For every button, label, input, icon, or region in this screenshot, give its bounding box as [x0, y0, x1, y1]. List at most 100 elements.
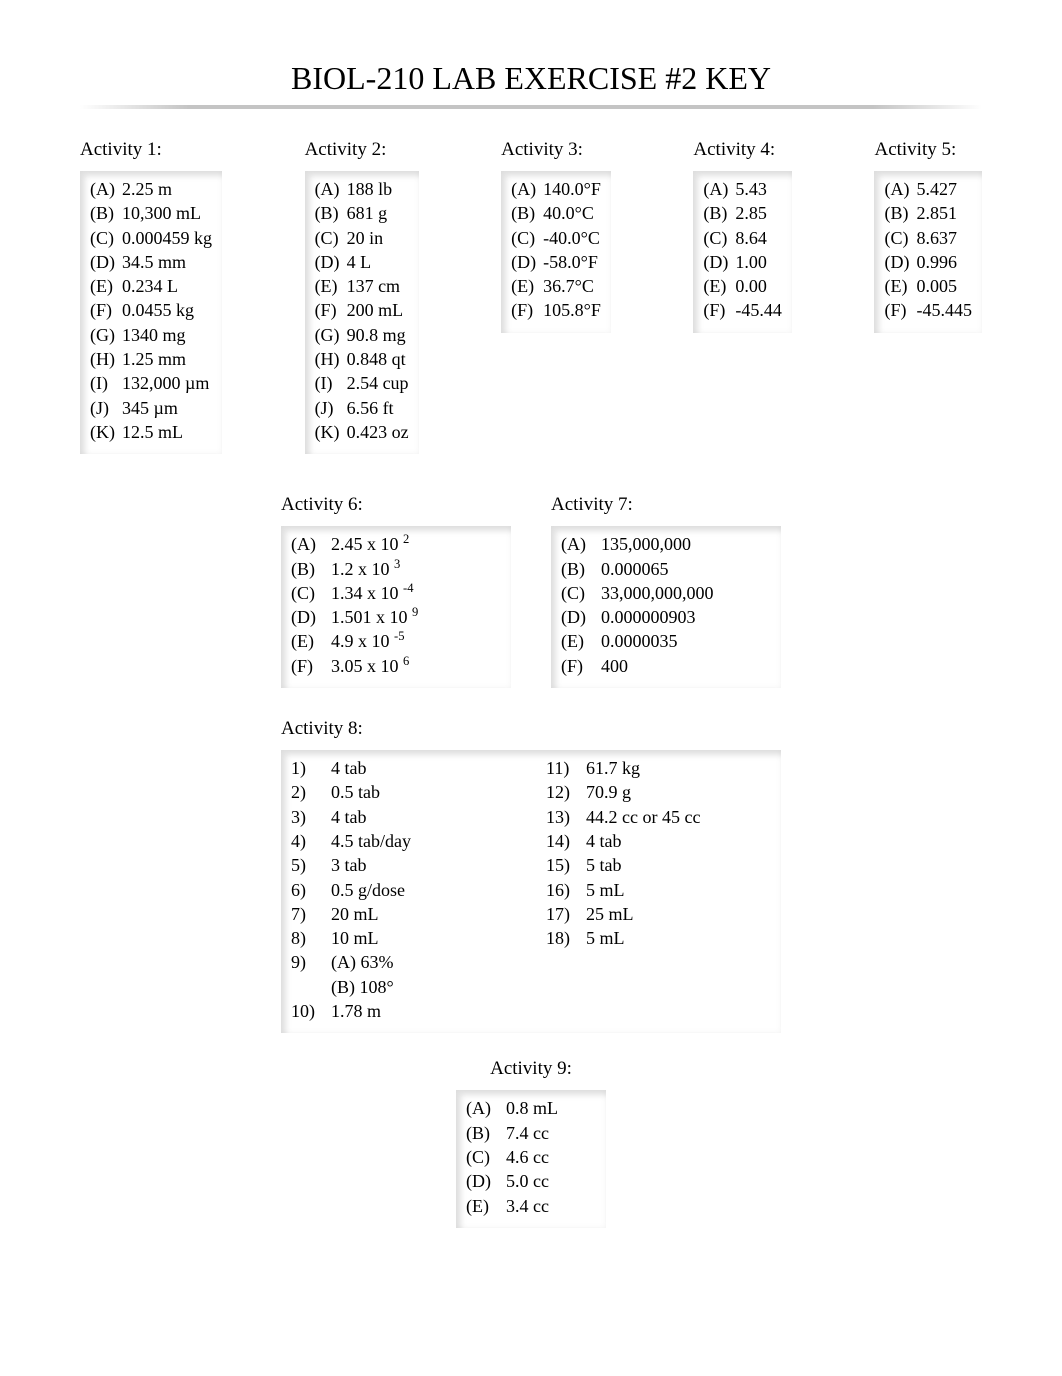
item-value: 0.005: [916, 274, 957, 298]
item-marker: 6): [291, 878, 331, 902]
item-marker: 5): [291, 853, 331, 877]
item-marker: (C): [884, 226, 916, 250]
item-marker: 4): [291, 829, 331, 853]
activity-9-box: (A) 0.8 mL(B) 7.4 cc(C) 4.6 cc(D) 5.0 cc…: [456, 1090, 606, 1227]
item-marker: 9): [291, 950, 331, 974]
item-value: -45.445: [916, 298, 972, 322]
mid-section: Activity 6: (A) 2.45 x 10 2(B) 1.2 x 10 …: [80, 494, 982, 1228]
item-marker: (A): [511, 177, 543, 201]
item-marker: (E): [291, 629, 331, 653]
item-marker: (D): [315, 250, 347, 274]
activity-6-box: (A) 2.45 x 10 2(B) 1.2 x 10 3(C) 1.34 x …: [281, 526, 511, 688]
item-marker: (A): [291, 532, 331, 556]
list-item: (E) 4.9 x 10 -5: [291, 629, 501, 653]
item-marker: (A): [90, 177, 122, 201]
item-marker: (C): [561, 581, 601, 605]
list-item: 3) 4 tab: [291, 805, 516, 829]
list-item: (C)8.637: [884, 226, 972, 250]
list-item: (D)-58.0°F: [511, 250, 601, 274]
list-item: 4) 4.5 tab/day: [291, 829, 516, 853]
item-value: 3.4 cc: [506, 1194, 549, 1218]
list-item: (A)5.427: [884, 177, 972, 201]
row-activities-1-5: Activity 1:(A)2.25 m(B)10,300 mL(C)0.000…: [80, 139, 982, 454]
list-item: (A) 2.45 x 10 2: [291, 532, 501, 556]
item-value: 0.5 tab: [331, 780, 380, 804]
activity-2: Activity 2:(A)188 lb(B)681 g(C)20 in(D)4…: [305, 139, 419, 454]
list-item: (G)90.8 mg: [315, 323, 409, 347]
title-divider: [80, 105, 982, 109]
item-marker: (I): [90, 371, 122, 395]
list-item: (B)2.851: [884, 201, 972, 225]
item-marker: [291, 975, 331, 999]
item-value: 2.45 x 10 2: [331, 532, 409, 556]
item-marker: 8): [291, 926, 331, 950]
item-marker: (H): [315, 347, 347, 371]
item-marker: 1): [291, 756, 331, 780]
list-item: (E)36.7°C: [511, 274, 601, 298]
activity-8: Activity 8: 1) 4 tab2) 0.5 tab3) 4 tab4)…: [281, 718, 781, 1033]
activity-4: Activity 4:(A)5.43(B)2.85(C)8.64(D)1.00(…: [693, 139, 792, 454]
item-marker: (K): [90, 420, 122, 444]
item-marker: (F): [884, 298, 916, 322]
item-value: 0.234 L: [122, 274, 178, 298]
list-item: (E) 3.4 cc: [466, 1194, 596, 1218]
item-marker: (F): [90, 298, 122, 322]
list-item: (E)0.00: [703, 274, 782, 298]
activity-5-label: Activity 5:: [874, 139, 982, 161]
list-item: (B)2.85: [703, 201, 782, 225]
activity-2-label: Activity 2:: [305, 139, 419, 161]
item-value: 2.54 cup: [347, 371, 409, 395]
list-item: (E)0.234 L: [90, 274, 212, 298]
activity-7-box: (A) 135,000,000(B) 0.000065(C) 33,000,00…: [551, 526, 781, 688]
item-marker: (D): [511, 250, 543, 274]
list-item: (I)132,000 µm: [90, 371, 212, 395]
list-item: 16) 5 mL: [546, 878, 771, 902]
item-value: 7.4 cc: [506, 1121, 549, 1145]
list-item: (K)12.5 mL: [90, 420, 212, 444]
activity-3-box: (A)140.0°F(B)40.0°C(C)-40.0°C(D)-58.0°F(…: [501, 171, 611, 333]
item-value: -45.44: [735, 298, 782, 322]
list-item: 13) 44.2 cc or 45 cc: [546, 805, 771, 829]
list-item: 8) 10 mL: [291, 926, 516, 950]
item-value: 1.25 mm: [122, 347, 186, 371]
list-item: (D) 5.0 cc: [466, 1169, 596, 1193]
list-item: (F)-45.445: [884, 298, 972, 322]
item-marker: (J): [90, 396, 122, 420]
list-item: (H)0.848 qt: [315, 347, 409, 371]
item-marker: (E): [884, 274, 916, 298]
item-value: -58.0°F: [543, 250, 598, 274]
item-marker: (D): [90, 250, 122, 274]
item-value: 0.000065: [601, 557, 669, 581]
item-value: 188 lb: [347, 177, 393, 201]
item-marker: (B): [511, 201, 543, 225]
list-item: (F)0.0455 kg: [90, 298, 212, 322]
list-item: (D)0.996: [884, 250, 972, 274]
list-item: (D) 1.501 x 10 9: [291, 605, 501, 629]
list-item: (B)40.0°C: [511, 201, 601, 225]
activity-3-label: Activity 3:: [501, 139, 611, 161]
list-item: 9) (A) 63%: [291, 950, 516, 974]
item-value: 61.7 kg: [586, 756, 640, 780]
item-marker: (B): [561, 557, 601, 581]
item-value: 0.8 mL: [506, 1096, 558, 1120]
list-item: (B) 108°: [291, 975, 516, 999]
list-item: (B) 1.2 x 10 3: [291, 557, 501, 581]
item-value: 5.427: [916, 177, 957, 201]
item-value: 4.6 cc: [506, 1145, 549, 1169]
item-marker: (A): [703, 177, 735, 201]
item-value: 33,000,000,000: [601, 581, 714, 605]
item-value: 8.64: [735, 226, 767, 250]
item-value: 4 L: [347, 250, 372, 274]
list-item: (B)10,300 mL: [90, 201, 212, 225]
item-marker: (E): [466, 1194, 506, 1218]
item-value: 4.5 tab/day: [331, 829, 411, 853]
item-value: 0.848 qt: [347, 347, 406, 371]
item-value: 105.8°F: [543, 298, 601, 322]
list-item: (D)4 L: [315, 250, 409, 274]
item-value: 0.000459 kg: [122, 226, 212, 250]
list-item: 11) 61.7 kg: [546, 756, 771, 780]
item-value: 5.43: [735, 177, 767, 201]
item-value: 132,000 µm: [122, 371, 209, 395]
list-item: 17) 25 mL: [546, 902, 771, 926]
item-marker: (B): [315, 201, 347, 225]
